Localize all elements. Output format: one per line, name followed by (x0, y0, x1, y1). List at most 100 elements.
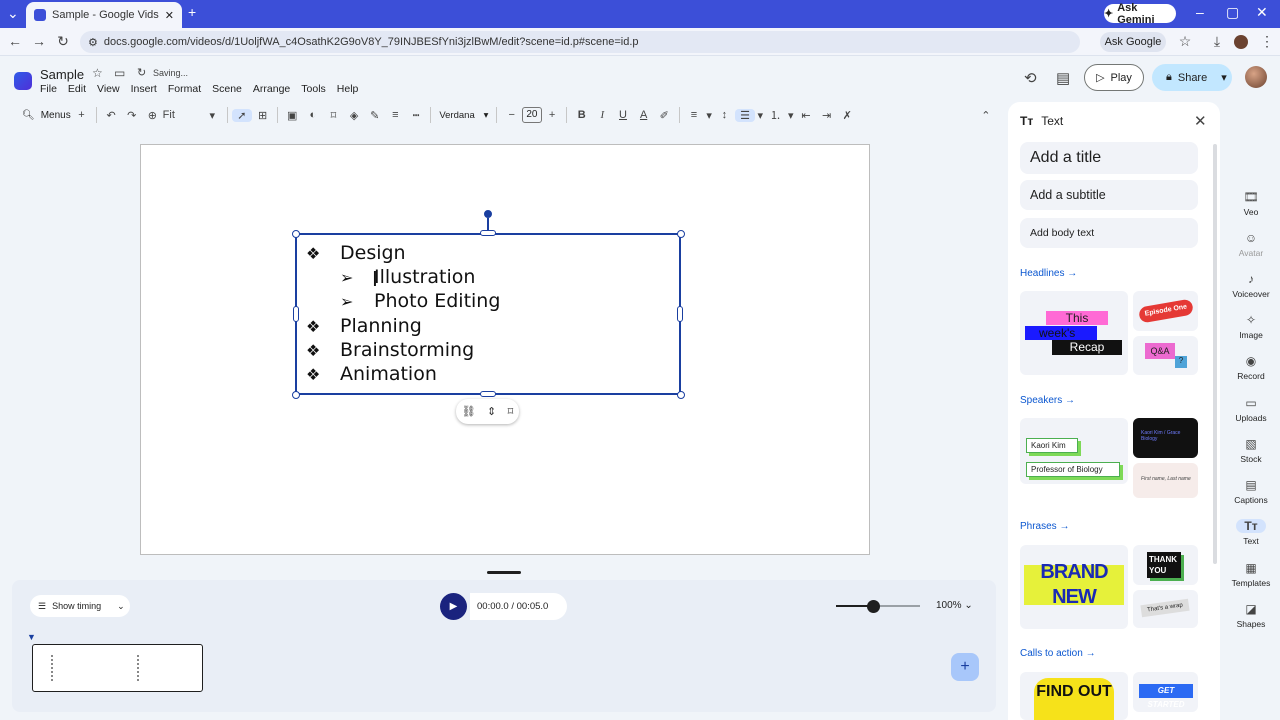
border-weight-icon[interactable]: ≡ (385, 109, 406, 121)
bookmark-star-icon[interactable]: ☆ (1176, 33, 1194, 50)
minimize-icon[interactable]: – (1196, 4, 1204, 20)
vids-logo-icon[interactable] (14, 72, 32, 90)
ask-google-button[interactable]: Ask Google (1100, 32, 1166, 52)
menu-format[interactable]: Format (168, 83, 201, 95)
image-tool-icon[interactable]: ▣ (282, 109, 303, 122)
redo-icon[interactable]: ↷ (121, 109, 142, 122)
menu-view[interactable]: View (97, 83, 120, 95)
phrase-card-brand-new[interactable]: BRAND NEW (1020, 545, 1128, 629)
add-body-text-button[interactable]: Add body text (1020, 218, 1198, 248)
play-button[interactable]: ▷ Play (1084, 64, 1144, 91)
cta-card-find-out[interactable]: FIND OUT (1020, 672, 1128, 720)
list-item[interactable]: ➢ Photo Editing (340, 290, 500, 312)
palette-icon[interactable]: ◐ (303, 109, 324, 121)
url-input[interactable]: ⚙ docs.google.com/videos/d/1UoljfWA_c4Os… (80, 31, 1080, 53)
rail-image[interactable]: ✧ Image (1230, 313, 1272, 340)
border-color-icon[interactable]: ✎ (364, 109, 385, 122)
rail-record[interactable]: ◉ Record (1230, 354, 1272, 381)
new-tab-icon[interactable]: + (188, 4, 196, 20)
headlines-section-link[interactable]: Headlines → (1020, 268, 1077, 279)
resize-handle-left[interactable] (293, 306, 299, 322)
back-icon[interactable]: ← (6, 33, 24, 49)
download-icon[interactable]: ⤓ (1208, 33, 1226, 50)
menu-arrange[interactable]: Arrange (253, 83, 290, 95)
underline-icon[interactable]: U (613, 109, 634, 121)
star-icon[interactable]: ☆ (92, 66, 103, 80)
show-timing-toggle[interactable]: ☰ Show timing ⌄ (30, 595, 130, 617)
timeline-play-button[interactable]: ▶ (440, 593, 467, 620)
rail-text[interactable]: Tт Text (1230, 519, 1272, 546)
select-tool-icon[interactable]: ➚ (231, 108, 253, 122)
menu-insert[interactable]: Insert (131, 83, 157, 95)
menu-edit[interactable]: Edit (68, 83, 86, 95)
speaker-card-dark[interactable]: Kaori Kim / Grace Biology (1133, 418, 1198, 458)
zoom-icon[interactable]: ⊕ (142, 109, 163, 122)
resize-handle-right[interactable] (677, 306, 683, 322)
headline-card-this-weeks-recap[interactable]: This week's Recap (1020, 291, 1128, 375)
list-item[interactable]: ❖ Animation (306, 363, 437, 385)
ask-gemini-button[interactable]: ✦ Ask Gemini (1104, 2, 1176, 26)
menu-help[interactable]: Help (337, 83, 359, 95)
add-subtitle-button[interactable]: Add a subtitle (1020, 180, 1198, 210)
calls-to-action-section-link[interactable]: Calls to action → (1020, 648, 1096, 659)
text-box-icon[interactable]: ⊞ (252, 109, 273, 122)
rail-avatar[interactable]: ☺ Avatar (1230, 231, 1272, 258)
menus-search[interactable]: 🔍︎ Menus (12, 104, 71, 126)
playhead-marker-icon[interactable]: ▼ (27, 632, 36, 642)
add-scene-button[interactable]: + (951, 653, 979, 681)
resize-handle-top[interactable] (480, 230, 496, 236)
text-color-icon[interactable]: A (633, 109, 654, 121)
resize-handle-bottom[interactable] (480, 391, 496, 397)
decrease-font-icon[interactable]: − (501, 109, 522, 121)
list-item[interactable]: ❖ Brainstorming (306, 339, 474, 361)
format-paint-icon[interactable]: ⌑ (508, 405, 514, 418)
paint-format-icon[interactable]: ⌑ (323, 109, 344, 122)
forward-icon[interactable]: → (30, 33, 48, 49)
speaker-card-handwritten[interactable]: First name, Last name (1133, 463, 1198, 498)
menu-tools[interactable]: Tools (301, 83, 326, 95)
decrease-indent-icon[interactable]: ⇤ (796, 109, 817, 122)
account-avatar[interactable] (1245, 66, 1267, 88)
italic-icon[interactable]: I (592, 109, 613, 121)
cta-card-get-started[interactable]: GET STARTED (1133, 672, 1198, 712)
menu-scene[interactable]: Scene (212, 83, 242, 95)
align-icon[interactable]: ≡ (684, 109, 705, 121)
rail-stock[interactable]: ▧ Stock (1230, 437, 1272, 464)
zoom-fit-select[interactable]: Fit (163, 109, 202, 121)
border-dash-icon[interactable]: ┅ (406, 109, 427, 122)
link-icon[interactable]: ⛓ (462, 405, 476, 418)
list-item[interactable]: ❖ Design (306, 242, 406, 264)
highlight-icon[interactable]: ✐ (654, 109, 675, 122)
line-spacing-icon[interactable]: ↕ (714, 109, 735, 121)
speakers-section-link[interactable]: Speakers → (1020, 395, 1075, 406)
phrase-card-thank-you[interactable]: THANK YOU (1133, 545, 1198, 585)
headline-card-episode-one[interactable]: Episode One (1133, 291, 1198, 331)
numbered-dropdown-icon[interactable]: ▾ (786, 109, 796, 122)
phrase-card-thats-a-wrap[interactable]: That's a wrap (1133, 590, 1198, 628)
rail-captions[interactable]: ▤ Captions (1230, 478, 1272, 505)
font-family-select[interactable]: Verdana ▾ (435, 110, 492, 121)
move-folder-icon[interactable]: ▭ (114, 66, 125, 80)
rail-templates[interactable]: ▦ Templates (1230, 561, 1272, 588)
headline-card-qa[interactable]: Q&A ? (1133, 336, 1198, 375)
rail-voiceover[interactable]: ♪ Voiceover (1230, 272, 1272, 299)
zoom-level[interactable]: 100% ⌄ (936, 600, 973, 611)
share-dropdown-icon[interactable]: ▾ (1221, 71, 1227, 84)
increase-indent-icon[interactable]: ⇥ (816, 109, 837, 122)
resize-handle-bottom-left[interactable] (292, 391, 300, 399)
chrome-menu-icon[interactable]: ⋮ (1258, 33, 1276, 50)
undo-icon[interactable]: ↶ (101, 109, 122, 122)
clear-formatting-icon[interactable]: ✗ (837, 109, 858, 122)
zoom-slider-handle[interactable] (867, 600, 880, 613)
bullet-dropdown-icon[interactable]: ▾ (755, 109, 765, 122)
close-panel-icon[interactable]: ✕ (1194, 112, 1207, 130)
maximize-icon[interactable]: ▢ (1226, 4, 1239, 21)
align-middle-icon[interactable]: ⇕ (487, 405, 496, 418)
zoom-dropdown-icon[interactable]: ▾ (202, 109, 223, 122)
add-icon[interactable]: + (71, 109, 92, 121)
menu-file[interactable]: File (40, 83, 57, 95)
rail-veo[interactable]: 🎞︎ Veo (1230, 190, 1272, 217)
reload-icon[interactable]: ↻ (54, 33, 72, 50)
speaker-card-kaori-kim[interactable]: Kaori Kim Professor of Biology (1020, 418, 1128, 484)
comments-icon[interactable]: ▤ (1056, 69, 1070, 87)
